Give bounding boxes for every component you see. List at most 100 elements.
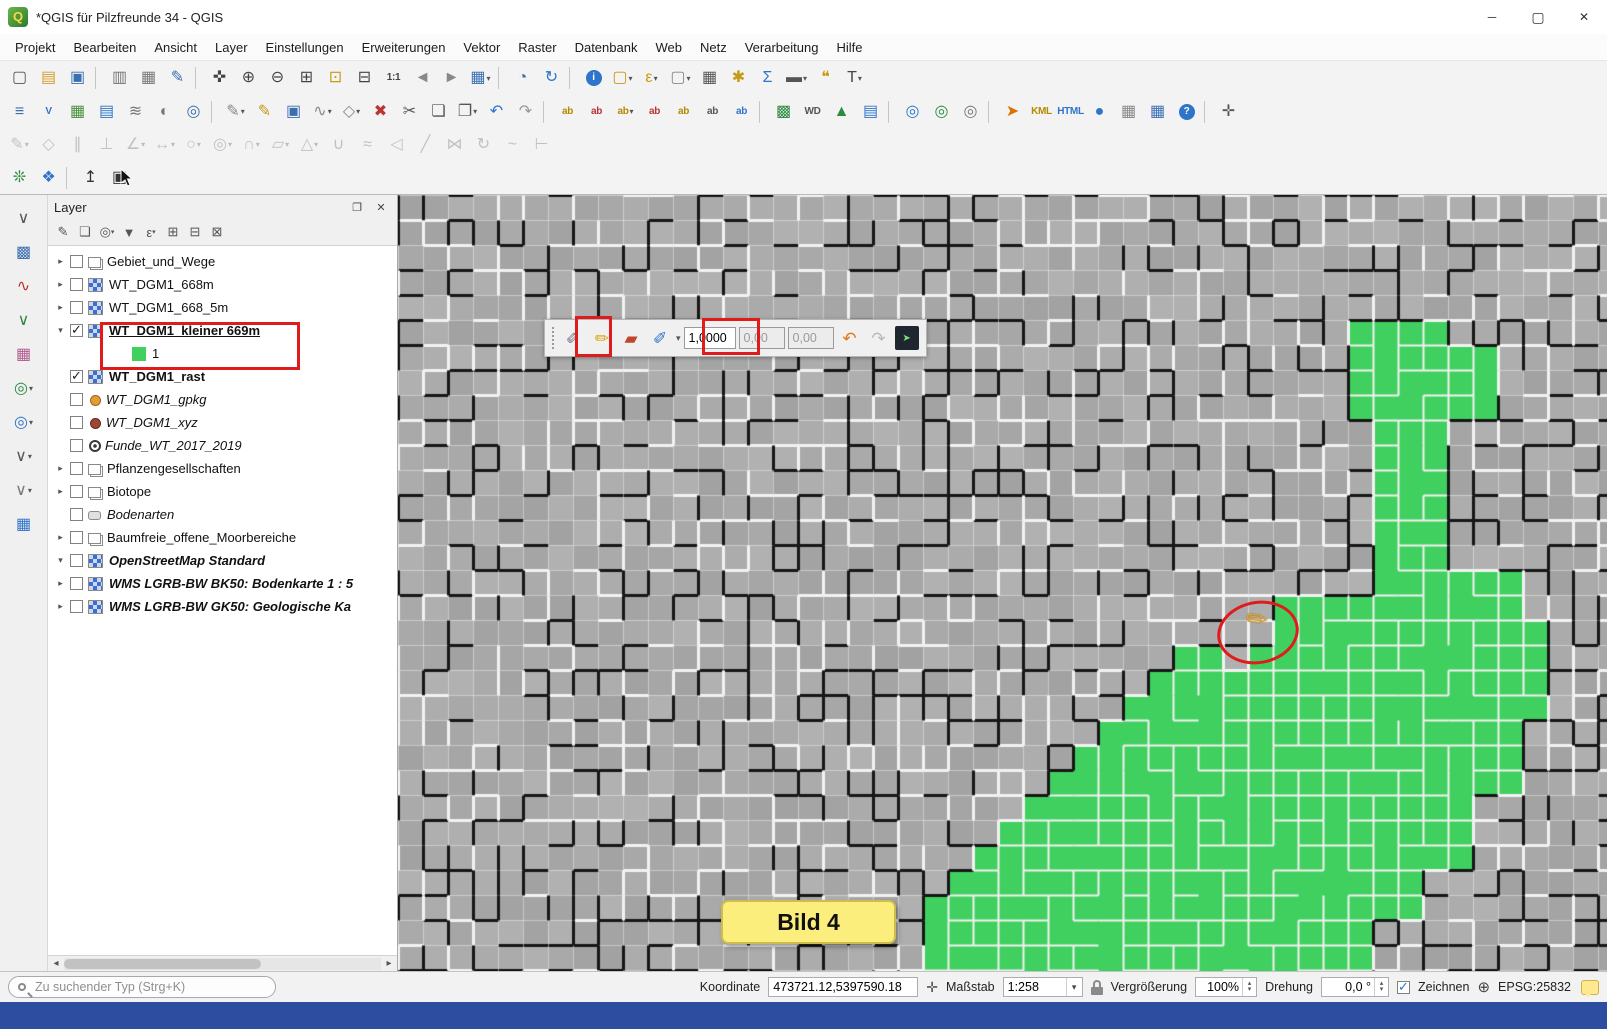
cut-features[interactable]: ✂ — [396, 98, 423, 125]
minimize-button[interactable] — [1469, 0, 1515, 34]
layer-checkbox[interactable] — [70, 577, 83, 590]
layer-row[interactable]: ▾ OpenStreetMap Standard — [48, 549, 397, 572]
separator[interactable] — [888, 101, 895, 123]
layer-checkbox[interactable] — [70, 324, 83, 337]
separator[interactable] — [543, 101, 550, 123]
separator[interactable] — [569, 67, 576, 89]
separator[interactable] — [498, 67, 505, 89]
screen-capture[interactable]: ▣ — [106, 164, 133, 191]
expander-icon[interactable]: ▸ — [54, 256, 67, 267]
expander-icon[interactable]: ▸ — [54, 279, 67, 290]
save-project[interactable]: ▣ — [64, 65, 91, 92]
rotate-label[interactable]: ab — [699, 98, 726, 125]
magnifier-spinbox[interactable] — [1195, 977, 1257, 997]
zoom-out[interactable]: ⊖ — [264, 65, 291, 92]
layer-label[interactable]: WT_DGM1_rast — [109, 369, 205, 384]
filter-legend[interactable]: ▼ — [119, 222, 139, 242]
expander-icon[interactable]: ▸ — [54, 486, 67, 497]
layer-label[interactable]: Baumfreie_offene_Moorbereiche — [107, 530, 296, 545]
parallel-constraint[interactable]: ∥ — [64, 131, 91, 158]
layer-checkbox[interactable] — [70, 301, 83, 314]
menu-item[interactable]: Erweiterungen — [353, 36, 455, 59]
layer-checkbox[interactable] — [70, 600, 83, 613]
open-attribute-table[interactable]: ▦ — [696, 65, 723, 92]
layer-checkbox[interactable] — [70, 255, 83, 268]
save-layer-edits[interactable]: ▣ — [280, 98, 307, 125]
select-features[interactable]: ▢ — [609, 65, 636, 92]
layer-label[interactable]: WT_DGM1_gpkg — [106, 392, 206, 407]
metasearch[interactable]: ◎ — [899, 98, 926, 125]
rotation-spin-buttons[interactable] — [1374, 978, 1388, 996]
open-project[interactable]: ▤ — [35, 65, 62, 92]
map-view[interactable]: ✐ ✏ ▰ ✐ ▾ ↶ ↷ ➤ Bild 4 — [398, 195, 1607, 971]
dock-raster-align[interactable]: ▩ — [10, 239, 37, 266]
band-value-input[interactable] — [684, 327, 736, 349]
current-edits[interactable]: ✎ — [222, 98, 249, 125]
maximize-button[interactable] — [1515, 0, 1561, 34]
menu-item[interactable]: Layer — [206, 36, 257, 59]
layer-labeling[interactable]: ab — [554, 98, 581, 125]
locator-search[interactable] — [8, 976, 276, 998]
layer-label[interactable]: WT_DGM1_668_5m — [109, 300, 228, 315]
separator[interactable] — [195, 67, 202, 89]
separator[interactable] — [759, 101, 766, 123]
expander-icon[interactable]: ▾ — [54, 555, 67, 566]
render-checkbox[interactable] — [1397, 981, 1410, 994]
magnifier-input[interactable] — [1196, 980, 1242, 994]
merge-features[interactable]: ⋈ — [441, 131, 468, 158]
add-wms-layer[interactable]: ◎ — [180, 98, 207, 125]
remove-layer[interactable]: ⊠ — [207, 222, 227, 242]
scale-dropdown-icon[interactable] — [1066, 978, 1082, 996]
zoom-in[interactable]: ⊕ — [235, 65, 262, 92]
expander-icon[interactable]: ▸ — [54, 578, 67, 589]
menu-item[interactable]: Web — [646, 36, 691, 59]
scrollbar-track[interactable] — [64, 958, 381, 970]
layer-checkbox[interactable] — [70, 531, 83, 544]
ellipse-tool[interactable]: ◎ — [209, 131, 236, 158]
draw-tool-button[interactable]: ✏ — [589, 325, 615, 351]
expander-icon[interactable]: ▾ — [54, 325, 67, 336]
lock-scale-icon[interactable] — [1091, 980, 1103, 995]
erase-tool-button[interactable]: ▰ — [618, 325, 644, 351]
separator[interactable] — [1204, 101, 1211, 123]
redo-edit-button[interactable]: ↷ — [866, 325, 892, 351]
html-export[interactable]: HTML — [1057, 98, 1084, 125]
layer-row[interactable]: WT_DGM1_xyz — [48, 411, 397, 434]
pan-map[interactable]: ✜ — [206, 65, 233, 92]
rotation-spinbox[interactable] — [1321, 977, 1389, 997]
cad-tools[interactable]: ✎ — [6, 131, 33, 158]
selection-mode-button[interactable]: ➤ — [895, 326, 919, 350]
layer-label[interactable]: Gebiet_und_Wege — [107, 254, 215, 269]
layer-row[interactable]: ▸ Gebiet_und_Wege — [48, 250, 397, 273]
layer-checkbox[interactable] — [70, 439, 83, 452]
regular-polygon-tool[interactable]: △ — [296, 131, 323, 158]
layer-row[interactable]: 1 — [48, 342, 397, 365]
expand-all[interactable]: ⊞ — [163, 222, 183, 242]
geonode-browser[interactable]: ◎ — [928, 98, 955, 125]
paste-features[interactable]: ❐ — [454, 98, 481, 125]
profile-plugin[interactable]: ❖ — [35, 164, 62, 191]
menu-item[interactable]: Bearbeiten — [64, 36, 145, 59]
field-calculator[interactable]: ✱ — [725, 65, 752, 92]
coordinate-capture[interactable]: ↥ — [77, 164, 104, 191]
layer-label[interactable]: WMS LGRB-BW GK50: Geologische Ka — [109, 599, 351, 614]
grass-tools[interactable]: ▲ — [828, 98, 855, 125]
change-label[interactable]: ab — [728, 98, 755, 125]
data-source-manager[interactable]: ≡ — [6, 98, 33, 125]
layer-row[interactable]: WT_DGM1_rast — [48, 365, 397, 388]
layer-checkbox[interactable] — [70, 370, 83, 383]
raster-calculator[interactable]: ▩ — [770, 98, 797, 125]
crs-value[interactable]: EPSG:25832 — [1498, 980, 1571, 994]
simplify-feature[interactable]: ~ — [499, 131, 526, 158]
layer-row[interactable]: ▸ WMS LGRB-BW GK50: Geologische Ka — [48, 595, 397, 618]
curve-tool[interactable]: ∩ — [238, 131, 265, 158]
digitize-with-segment[interactable]: ∿ — [309, 98, 336, 125]
layer-label[interactable]: OpenStreetMap Standard — [109, 553, 265, 568]
dock-topology[interactable]: ∨ — [10, 307, 37, 334]
map-canvas[interactable] — [398, 195, 1607, 971]
layer-row[interactable]: ▸ WT_DGM1_668_5m — [48, 296, 397, 319]
expander-icon[interactable]: ▸ — [54, 532, 67, 543]
fillet-tool[interactable]: ∪ — [325, 131, 352, 158]
locator-search-input[interactable] — [33, 979, 266, 995]
menu-item[interactable]: Einstellungen — [257, 36, 353, 59]
